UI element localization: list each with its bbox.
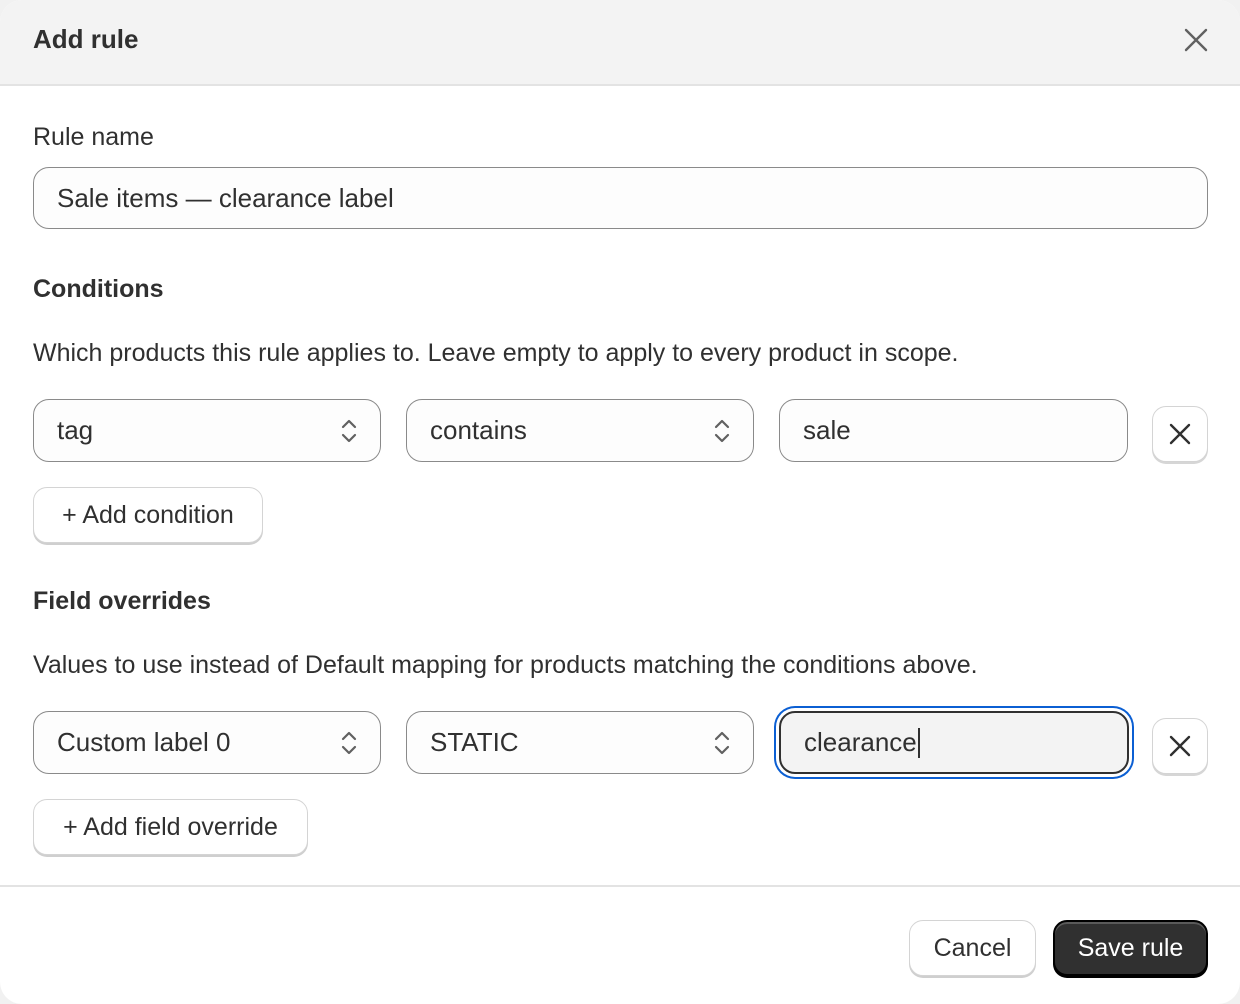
condition-operator-select[interactable]: contains	[406, 399, 754, 462]
select-chevrons-icon	[340, 729, 358, 757]
add-field-override-button[interactable]: + Add field override	[33, 799, 308, 855]
select-chevrons-icon	[340, 417, 358, 445]
rule-name-input[interactable]: Sale items — clearance label	[33, 167, 1208, 229]
save-rule-button[interactable]: Save rule	[1053, 920, 1208, 976]
override-field-value: Custom label 0	[57, 727, 231, 757]
override-field-select[interactable]: Custom label 0	[33, 711, 381, 774]
add-condition-button[interactable]: + Add condition	[33, 487, 263, 543]
field-overrides-help-text: Values to use instead of Default mapping…	[33, 651, 978, 679]
conditions-help-text: Which products this rule applies to. Lea…	[33, 339, 959, 367]
rule-name-label: Rule name	[33, 123, 154, 151]
footer-divider	[0, 885, 1240, 887]
condition-field-select[interactable]: tag	[33, 399, 381, 462]
select-chevrons-icon	[713, 729, 731, 757]
rule-name-value: Sale items — clearance label	[57, 182, 394, 213]
text-cursor	[917, 727, 920, 758]
condition-value-input[interactable]: sale	[779, 399, 1128, 462]
override-type-value: STATIC	[430, 727, 519, 757]
select-chevrons-icon	[713, 417, 731, 445]
remove-override-button[interactable]	[1152, 718, 1208, 774]
close-icon	[1169, 735, 1191, 757]
close-icon	[1169, 423, 1191, 445]
condition-field-value: tag	[57, 415, 94, 445]
field-overrides-heading: Field overrides	[33, 587, 211, 615]
cancel-button[interactable]: Cancel	[909, 920, 1036, 976]
remove-condition-button[interactable]	[1152, 406, 1208, 462]
override-type-select[interactable]: STATIC	[406, 711, 754, 774]
override-value-text: clearance	[804, 727, 917, 757]
dialog-title: Add rule	[33, 24, 139, 54]
close-button[interactable]	[1176, 20, 1216, 60]
condition-value-text: sale	[803, 415, 851, 445]
override-value-input[interactable]: clearance	[779, 711, 1129, 774]
conditions-heading: Conditions	[33, 275, 164, 303]
close-icon	[1184, 28, 1208, 52]
condition-operator-value: contains	[430, 415, 527, 445]
dialog-header: Add rule	[0, 0, 1240, 86]
add-rule-dialog: Add rule Rule name Sale items — clearanc…	[0, 0, 1240, 1004]
